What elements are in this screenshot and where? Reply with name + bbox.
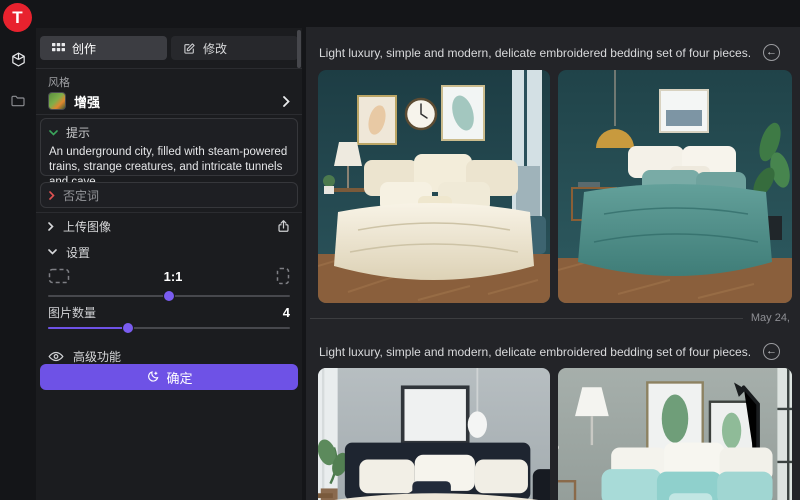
settings-section-label: 设置	[66, 244, 90, 261]
generated-image[interactable]	[558, 368, 792, 500]
app-logo-letter: T	[12, 8, 22, 28]
aspect-ratio-slider[interactable]	[48, 290, 290, 302]
advanced-features-toggle[interactable]: 高级功能	[48, 346, 121, 366]
gallery-image-row	[318, 70, 792, 303]
eye-icon	[48, 351, 64, 362]
style-value: 增强	[74, 92, 275, 111]
slider-thumb[interactable]	[164, 291, 174, 301]
reuse-prompt-icon[interactable]: ←	[763, 44, 780, 61]
bedroom-scene-cream	[318, 70, 550, 303]
gallery-prompt-text: Light luxury, simple and modern, delicat…	[319, 46, 751, 60]
image-count-row: 图片数量 4	[48, 304, 290, 320]
settings-section[interactable]: 设置	[40, 240, 298, 264]
bedroom-scene-teal	[558, 70, 792, 303]
bedroom-scene-gray	[318, 368, 550, 500]
confirm-button[interactable]: 确定	[40, 364, 298, 390]
style-selector[interactable]: 增强	[40, 88, 298, 114]
chevron-right-icon	[283, 96, 290, 107]
style-thumbnail	[48, 92, 66, 110]
moon-icon	[145, 370, 159, 384]
tab-create-label: 创作	[72, 40, 96, 57]
control-panel: 创作 修改 风格 增强 提示 An underground city	[36, 28, 302, 500]
image-count-slider[interactable]	[48, 322, 290, 334]
chevron-down-icon	[49, 130, 58, 136]
grid-icon	[52, 43, 65, 54]
panel-scrollbar-thumb[interactable]	[297, 30, 301, 68]
slider-fill	[48, 327, 128, 329]
edit-icon	[183, 42, 196, 55]
chevron-down-icon	[48, 249, 57, 255]
chevron-right-icon	[49, 191, 55, 200]
divider	[36, 114, 302, 115]
divider-line	[310, 318, 743, 319]
chevron-right-icon	[48, 222, 54, 231]
tab-modify[interactable]: 修改	[171, 36, 298, 60]
folder-icon	[10, 93, 26, 109]
reuse-prompt-icon[interactable]: ←	[763, 343, 780, 360]
left-rail: T	[0, 0, 36, 500]
confirm-button-label: 确定	[166, 368, 192, 387]
aspect-ratio-row: 1:1	[48, 264, 290, 288]
negative-prompt-section[interactable]: 否定词	[40, 182, 298, 208]
sidebar-item-generate[interactable]	[0, 42, 36, 76]
gallery-row-header: Light luxury, simple and modern, delicat…	[319, 44, 790, 61]
prompt-section[interactable]: 提示 An underground city, filled with stea…	[40, 118, 298, 176]
bedroom-scene-aqua	[558, 368, 792, 500]
image-count-label: 图片数量	[48, 304, 96, 321]
date-label: May 24,	[751, 312, 790, 324]
date-divider-row: May 24,	[310, 310, 790, 326]
upload-icon[interactable]	[277, 219, 290, 233]
gallery-prompt-text: Light luxury, simple and modern, delicat…	[319, 345, 751, 359]
tab-modify-label: 修改	[203, 40, 227, 57]
app-logo[interactable]: T	[3, 3, 32, 32]
generated-image[interactable]	[558, 70, 792, 303]
mode-tabs: 创作 修改	[40, 36, 298, 60]
gallery-row-header: Light luxury, simple and modern, delicat…	[319, 343, 790, 360]
gallery-area: Light luxury, simple and modern, delicat…	[306, 27, 800, 500]
slider-thumb[interactable]	[123, 323, 133, 333]
gallery-image-row	[318, 368, 792, 500]
generated-image[interactable]	[318, 368, 550, 500]
generated-image[interactable]	[318, 70, 550, 303]
portrait-ratio-icon[interactable]	[276, 267, 290, 285]
aspect-ratio-value: 1:1	[164, 269, 183, 284]
upload-section-label: 上传图像	[63, 218, 111, 235]
prompt-section-label: 提示	[66, 124, 90, 141]
upload-image-section[interactable]: 上传图像	[40, 214, 298, 238]
divider	[36, 68, 302, 69]
landscape-ratio-icon[interactable]	[48, 268, 70, 284]
cube-icon	[10, 51, 27, 68]
sidebar-item-assets[interactable]	[0, 84, 36, 118]
advanced-features-label: 高级功能	[73, 348, 121, 365]
tab-create[interactable]: 创作	[40, 36, 167, 60]
divider	[36, 212, 302, 213]
negative-section-label: 否定词	[63, 187, 99, 204]
image-count-value: 4	[283, 305, 290, 320]
